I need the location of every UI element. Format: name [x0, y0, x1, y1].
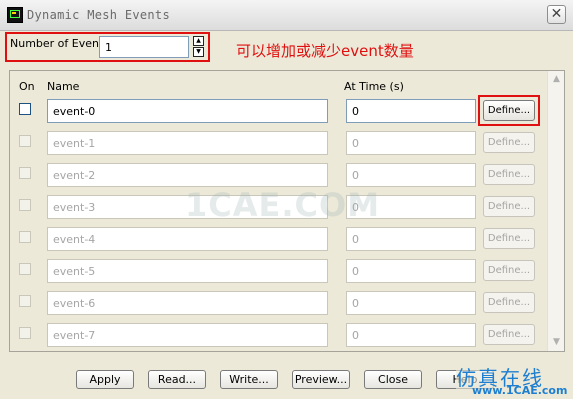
define-button[interactable]: Define... [483, 196, 535, 217]
event-name-field[interactable]: event-2 [47, 163, 328, 187]
event-time-field[interactable]: 0 [346, 323, 476, 347]
close-button[interactable]: Close [364, 370, 422, 389]
name-column-header: Name [47, 80, 80, 93]
time-column-header: At Time (s) [344, 80, 404, 93]
define-button[interactable]: Define... [483, 324, 535, 345]
event-time-field[interactable]: 0 [346, 227, 476, 251]
define-button[interactable]: Define... [483, 132, 535, 153]
event-name-field[interactable]: event-5 [47, 259, 328, 283]
event-row: event-7 0 Define... [10, 323, 546, 351]
preview-button[interactable]: Preview... [292, 370, 350, 389]
number-of-events-input[interactable]: 1 [99, 36, 189, 58]
number-of-events-label: Number of Events [10, 37, 110, 50]
event-on-checkbox[interactable] [19, 295, 31, 307]
event-time-field[interactable]: 0 [346, 131, 476, 155]
event-time-field[interactable]: 0 [346, 291, 476, 315]
event-on-checkbox[interactable] [19, 199, 31, 211]
define-button[interactable]: Define... [483, 100, 535, 121]
number-of-events-group: Number of Events 1 ▲ ▼ [5, 32, 210, 62]
scroll-down-icon[interactable]: ▼ [549, 335, 564, 350]
event-name-field[interactable]: event-4 [47, 227, 328, 251]
event-on-checkbox[interactable] [19, 135, 31, 147]
event-on-checkbox[interactable] [19, 103, 31, 115]
on-column-header: On [19, 80, 35, 93]
event-on-checkbox[interactable] [19, 167, 31, 179]
event-row: event-1 0 Define... [10, 131, 546, 159]
spin-down-arrow-icon[interactable]: ▼ [193, 47, 204, 57]
event-on-checkbox[interactable] [19, 327, 31, 339]
define-button[interactable]: Define... [483, 292, 535, 313]
event-name-field[interactable]: event-6 [47, 291, 328, 315]
site-logo-url: www.1CAE.com [472, 384, 568, 397]
read-button[interactable]: Read... [148, 370, 206, 389]
write-button[interactable]: Write... [220, 370, 278, 389]
define-button[interactable]: Define... [483, 228, 535, 249]
scroll-up-icon[interactable]: ▲ [549, 72, 564, 87]
event-time-field[interactable]: 0 [346, 163, 476, 187]
annotation-text: 可以增加或减少event数量 [236, 42, 414, 60]
spin-up-arrow-icon[interactable]: ▲ [193, 36, 204, 46]
event-name-field[interactable]: event-1 [47, 131, 328, 155]
event-on-checkbox[interactable] [19, 231, 31, 243]
event-row: event-6 0 Define... [10, 291, 546, 319]
event-on-checkbox[interactable] [19, 263, 31, 275]
watermark: 1CAE.COM [185, 186, 381, 224]
define-button[interactable]: Define... [483, 164, 535, 185]
close-window-button[interactable]: ✕ [547, 5, 566, 24]
event-row: event-4 0 Define... [10, 227, 546, 255]
event-name-field[interactable]: event-0 [47, 99, 328, 123]
event-name-field[interactable]: event-7 [47, 323, 328, 347]
apply-button[interactable]: Apply [76, 370, 134, 389]
event-time-field[interactable]: 0 [346, 99, 476, 123]
title-bar: Dynamic Mesh Events ✕ [0, 0, 573, 31]
define-button[interactable]: Define... [483, 260, 535, 281]
event-row: event-0 0 Define... [10, 95, 546, 127]
event-time-field[interactable]: 0 [346, 259, 476, 283]
app-icon [7, 7, 23, 23]
vertical-scrollbar[interactable]: ▲ ▼ [547, 71, 564, 351]
event-row: event-5 0 Define... [10, 259, 546, 287]
window-title: Dynamic Mesh Events [27, 8, 170, 22]
